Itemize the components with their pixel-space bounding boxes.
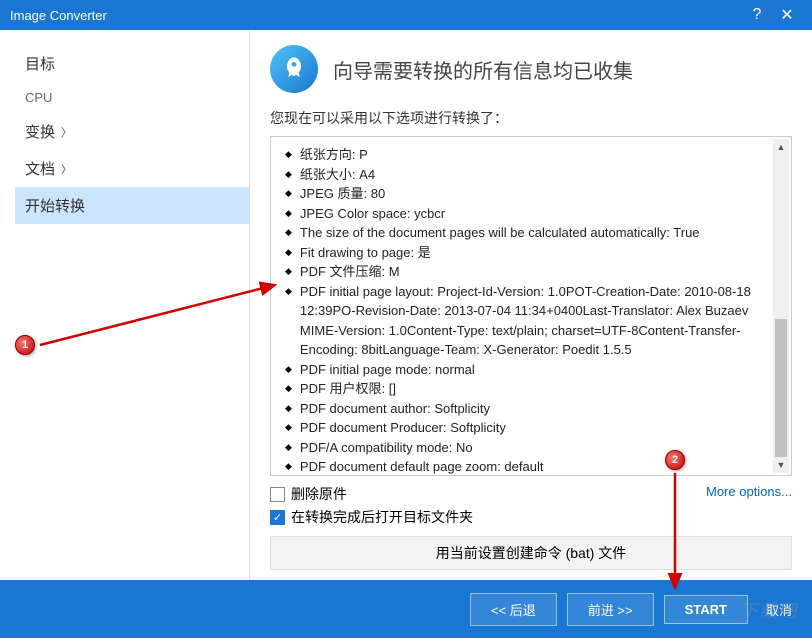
sidebar-item-label: 文档 [25, 158, 55, 179]
footer-bar: << 后退 前进 >> START 取消 [0, 580, 812, 638]
settings-list: 纸张方向: P纸张大小: A4JPEG 质量: 80JPEG Color spa… [281, 145, 781, 476]
sidebar-item-label: 目标 [25, 53, 55, 74]
scroll-down-icon[interactable]: ▼ [773, 457, 789, 473]
settings-list-item: JPEG 质量: 80 [281, 184, 781, 204]
watermark: 下载吧 [740, 597, 797, 623]
settings-list-item: PDF initial page layout: Project-Id-Vers… [281, 282, 781, 360]
scroll-thumb[interactable] [775, 319, 787, 459]
chevron-right-icon: 〉 [61, 161, 72, 177]
main-header: 向导需要转换的所有信息均已收集 [270, 45, 792, 93]
chevron-right-icon: 〉 [61, 124, 72, 140]
sidebar-item-start-conversion[interactable]: 开始转换 [15, 187, 249, 224]
checkbox-label: 删除原件 [291, 484, 347, 504]
settings-list-item: PDF/A compatibility mode: No [281, 438, 781, 458]
annotation-badge-2: 2 [665, 450, 685, 470]
create-bat-file-button[interactable]: 用当前设置创建命令 (bat) 文件 [270, 536, 792, 570]
sidebar: 目标 CPU 变换 〉 文档 〉 开始转换 [0, 30, 250, 580]
sidebar-item-document[interactable]: 文档 〉 [15, 150, 249, 187]
checkbox-icon[interactable]: ✓ [270, 510, 285, 525]
content-area: 目标 CPU 变换 〉 文档 〉 开始转换 向导需要转换的所有信息均已收集 您现… [0, 30, 812, 580]
checkbox-delete-originals[interactable]: 删除原件 [270, 484, 706, 504]
start-button[interactable]: START [664, 595, 748, 624]
back-button[interactable]: << 后退 [470, 593, 557, 626]
options-row: 删除原件 ✓ 在转换完成后打开目标文件夹 More options... [270, 484, 792, 530]
settings-list-item: 纸张方向: P [281, 145, 781, 165]
sidebar-item-label: 变换 [25, 121, 55, 142]
close-icon[interactable]: ✕ [772, 5, 802, 25]
intro-text: 您现在可以采用以下选项进行转换了： [270, 108, 792, 128]
settings-list-item: PDF initial page mode: normal [281, 360, 781, 380]
checkbox-open-folder[interactable]: ✓ 在转换完成后打开目标文件夹 [270, 507, 706, 527]
main-panel: 向导需要转换的所有信息均已收集 您现在可以采用以下选项进行转换了： 纸张方向: … [250, 30, 812, 580]
settings-list-item: PDF document author: Softplicity [281, 399, 781, 419]
settings-list-item: Fit drawing to page: 是 [281, 243, 781, 263]
titlebar: Image Converter ? ✕ [0, 0, 812, 30]
forward-button[interactable]: 前进 >> [567, 593, 654, 626]
sidebar-item-label: CPU [25, 90, 52, 105]
sidebar-item-target[interactable]: 目标 [15, 45, 249, 82]
settings-list-item: PDF document Producer: Softplicity [281, 418, 781, 438]
annotation-badge-1: 1 [15, 335, 35, 355]
sidebar-item-cpu[interactable]: CPU [15, 82, 249, 113]
window-title: Image Converter [10, 8, 742, 23]
scroll-up-icon[interactable]: ▲ [773, 139, 789, 155]
scrollbar[interactable]: ▲ ▼ [773, 139, 789, 473]
page-title: 向导需要转换的所有信息均已收集 [333, 55, 633, 84]
rocket-icon [270, 45, 318, 93]
sidebar-item-label: 开始转换 [25, 195, 85, 216]
settings-list-item: PDF document default page zoom: default [281, 457, 781, 476]
settings-list-item: PDF 文件压缩: M [281, 262, 781, 282]
checkbox-label: 在转换完成后打开目标文件夹 [291, 507, 473, 527]
more-options-link[interactable]: More options... [706, 484, 792, 499]
settings-list-item: 纸张大小: A4 [281, 165, 781, 185]
settings-summary-box: 纸张方向: P纸张大小: A4JPEG 质量: 80JPEG Color spa… [270, 136, 792, 476]
help-icon[interactable]: ? [742, 6, 772, 24]
checkbox-group: 删除原件 ✓ 在转换完成后打开目标文件夹 [270, 484, 706, 530]
settings-list-item: The size of the document pages will be c… [281, 223, 781, 243]
checkbox-icon[interactable] [270, 487, 285, 502]
sidebar-item-transform[interactable]: 变换 〉 [15, 113, 249, 150]
settings-list-item: JPEG Color space: ycbcr [281, 204, 781, 224]
settings-list-item: PDF 用户权限: [] [281, 379, 781, 399]
